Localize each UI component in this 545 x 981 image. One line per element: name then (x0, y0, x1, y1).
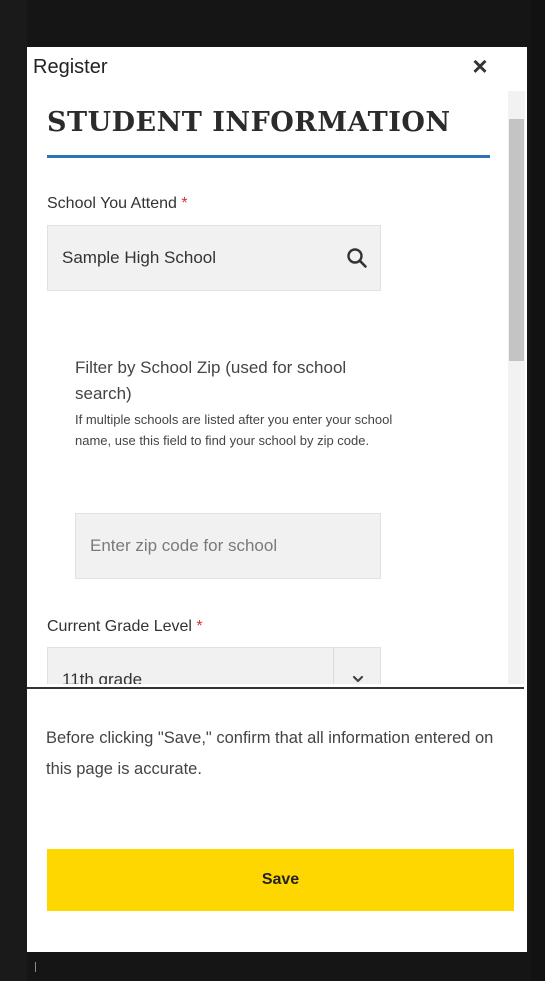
search-icon[interactable] (346, 247, 368, 269)
school-label-text: School You Attend (47, 195, 177, 212)
confirm-message: Before clicking "Save," confirm that all… (46, 729, 494, 778)
required-asterisk: * (181, 195, 188, 212)
school-search-input[interactable]: Sample High School (47, 225, 381, 291)
grade-selected-value: 11th grade (62, 670, 143, 684)
screen-bezel-right (531, 0, 545, 981)
modal-header: Register × (27, 47, 527, 91)
form-scroll-area[interactable]: STUDENT INFORMATION School You Attend * … (27, 91, 527, 684)
save-button[interactable]: Save (47, 849, 514, 911)
heading-divider (47, 155, 490, 158)
required-asterisk: * (196, 618, 203, 635)
footer-divider (27, 687, 524, 689)
scrollbar-track[interactable] (508, 91, 525, 684)
zip-filter-block: Filter by School Zip (used for school se… (75, 355, 395, 451)
chevron-down-icon[interactable] (352, 674, 364, 684)
school-search-value: Sample High School (62, 248, 217, 267)
grade-label: Current Grade Level * (47, 618, 203, 636)
grade-select[interactable]: 11th grade (47, 647, 381, 684)
zip-code-placeholder: Enter zip code for school (90, 536, 278, 555)
register-modal: Register × STUDENT INFORMATION School Yo… (27, 47, 527, 952)
screen-bezel-left (0, 0, 27, 981)
section-heading: STUDENT INFORMATION (47, 107, 451, 138)
device-frame: Register × STUDENT INFORMATION School Yo… (0, 0, 545, 981)
zip-filter-label: Filter by School Zip (used for school se… (75, 358, 347, 403)
scrollbar-thumb[interactable] (509, 119, 524, 361)
zip-filter-help: If multiple schools are listed after you… (75, 412, 393, 448)
zip-code-input[interactable]: Enter zip code for school (75, 513, 381, 579)
school-label: School You Attend * (47, 195, 188, 213)
screen-edge-mark (35, 962, 36, 972)
modal-title: Register (33, 56, 108, 78)
grade-label-text: Current Grade Level (47, 618, 192, 635)
close-icon[interactable]: × (463, 49, 497, 83)
select-divider (333, 648, 334, 684)
